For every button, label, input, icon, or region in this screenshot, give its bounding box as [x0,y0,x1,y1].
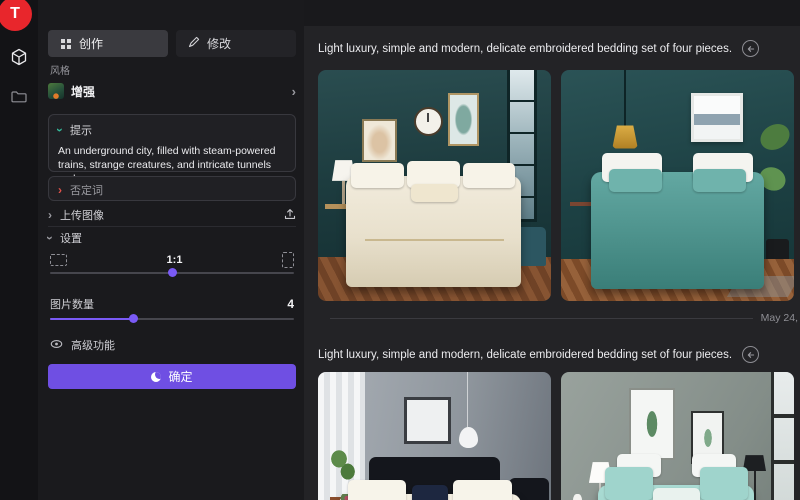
tab-create[interactable]: 创作 [48,30,168,57]
generation-panel: 创作 修改 风格 增强 › › 提示 An underground city, … [38,0,304,500]
style-selector[interactable]: 增强 › [48,76,296,106]
chevron-down-icon: › [44,236,56,240]
result-prompt-row: Light luxury, simple and modern, delicat… [318,346,794,363]
generated-image-1[interactable] [318,70,551,301]
app-window: T 创作 修改 风格 [0,0,800,500]
upload-image-row[interactable]: › 上传图像 [48,205,296,225]
advanced-features-row[interactable]: 高级功能 [50,336,115,354]
brand-logo[interactable]: T [0,0,32,31]
landscape-ratio-icon[interactable] [50,254,67,266]
mode-tabs: 创作 修改 [48,30,296,57]
tab-modify[interactable]: 修改 [176,30,296,57]
tab-modify-label: 修改 [207,35,231,52]
settings-label: 设置 [60,230,296,246]
confirm-button[interactable]: 确定 [48,364,296,389]
result-prompt-row: Light luxury, simple and modern, delicat… [318,40,794,57]
style-section-label: 风格 [50,62,70,77]
slider-fill [50,318,133,320]
divider [48,226,296,227]
style-value: 增强 [71,83,285,100]
negative-prompt-box[interactable]: › 否定词 [48,176,296,201]
aspect-ratio-slider[interactable] [50,268,294,278]
portrait-ratio-icon[interactable] [282,252,294,268]
image-count-value: 4 [287,297,294,311]
divider-line [330,318,753,319]
image-count-slider[interactable] [50,314,294,324]
negative-label: 否定词 [70,182,103,198]
confirm-label: 确定 [168,368,192,385]
eye-icon [50,338,63,353]
slider-thumb[interactable] [168,268,177,277]
settings-row[interactable]: › 设置 [48,229,296,247]
top-band [304,0,800,26]
crescent-moon-icon [151,372,161,382]
slider-thumb[interactable] [129,314,138,323]
aspect-ratio-row: 1:1 [50,250,294,270]
reuse-prompt-button[interactable] [742,40,759,57]
chevron-down-icon: › [54,128,66,132]
image-count-row: 图片数量 4 [50,296,294,312]
upload-icon[interactable] [284,208,296,223]
generated-image-4[interactable] [561,372,794,500]
date-label: May 24, [761,312,798,324]
prompt-label: 提示 [70,122,92,138]
advanced-label: 高级功能 [71,337,115,353]
reuse-prompt-button[interactable] [742,346,759,363]
aspect-ratio-value: 1:1 [67,254,282,266]
cube-icon [10,48,28,71]
image-row [318,372,794,500]
nav-generate[interactable] [0,44,38,74]
prompt-box[interactable]: › 提示 An underground city, filled with st… [48,114,296,172]
generated-image-2[interactable] [561,70,794,301]
folder-icon [11,90,27,108]
generated-image-3[interactable] [318,372,551,500]
edit-pencil-icon [188,36,200,51]
style-thumbnail [48,83,64,99]
chevron-right-icon: › [292,85,296,98]
result-prompt-text: Light luxury, simple and modern, delicat… [318,43,732,55]
date-divider: May 24, [330,310,798,326]
result-prompt-text: Light luxury, simple and modern, delicat… [318,349,732,361]
chevron-right-icon: › [48,209,52,221]
grid-icon [61,39,65,43]
nav-assets[interactable] [0,84,38,114]
image-count-label: 图片数量 [50,296,287,312]
chevron-right-icon: › [58,184,62,196]
left-rail: T [0,0,38,500]
upload-label: 上传图像 [60,207,276,223]
results-area: Light luxury, simple and modern, delicat… [304,0,800,500]
tab-create-label: 创作 [79,35,103,52]
image-row [318,70,794,301]
